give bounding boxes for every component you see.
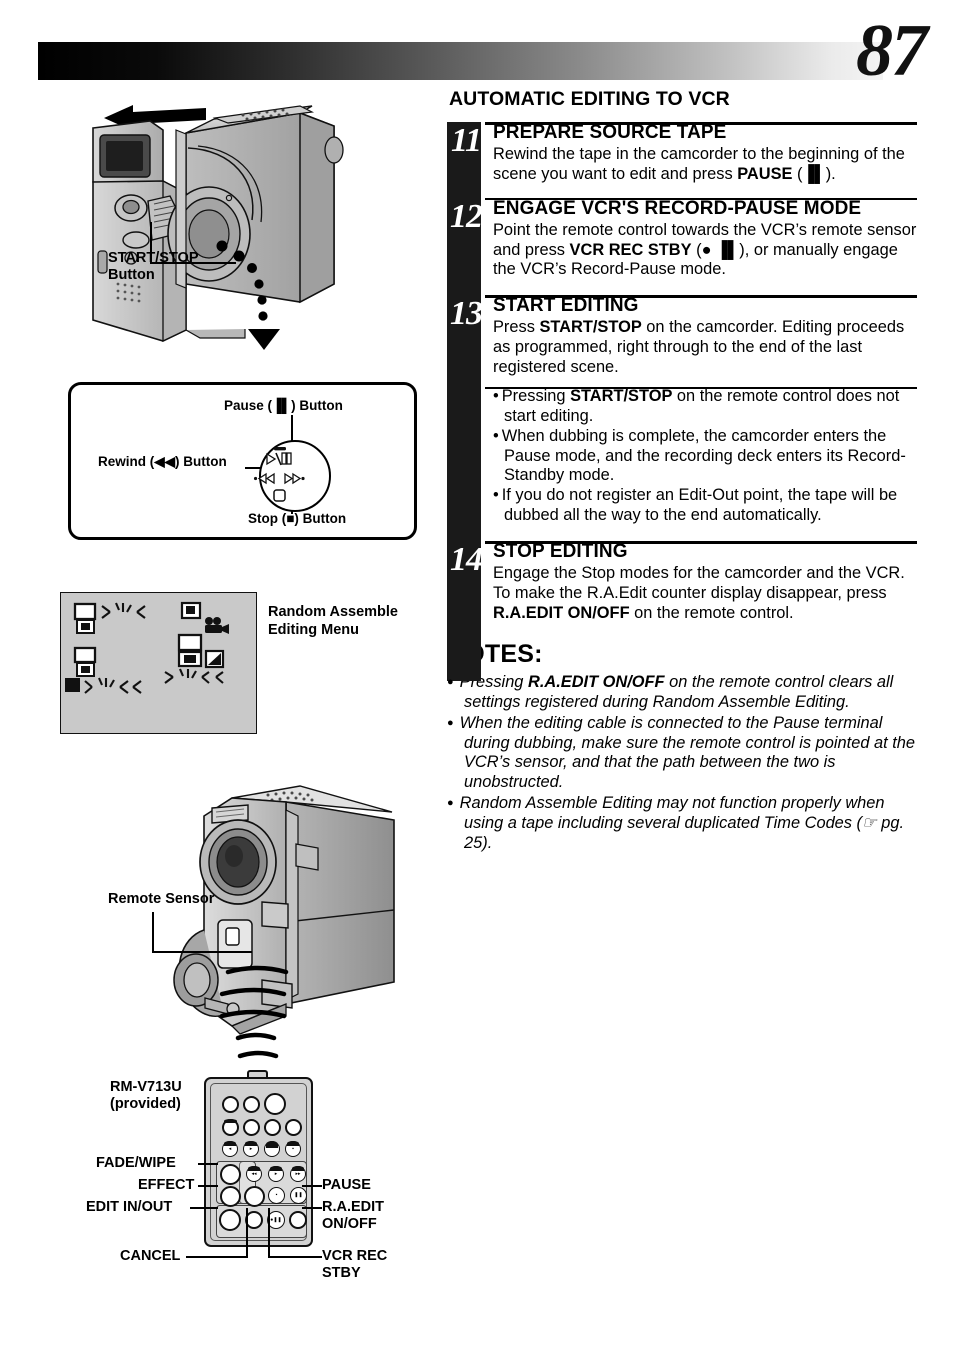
step-14: 14 STOP EDITING Engage the Stop modes fo…	[447, 541, 917, 624]
list-item: When dubbing is complete, the camcorder …	[493, 427, 917, 487]
list-item: Random Assemble Editing may not function…	[447, 794, 917, 854]
remote-cap-play	[270, 1166, 282, 1171]
step-13: 13 START EDITING Press START/STOP on the…	[447, 295, 917, 378]
leader-edit-in-out	[190, 1207, 218, 1210]
remote-button-r2c1-cap	[224, 1119, 237, 1123]
menu-screen-label: Random Assemble Editing Menu	[268, 604, 398, 639]
remote-sensor-callout: Remote Sensor	[108, 891, 215, 907]
camera-icon	[205, 617, 229, 634]
step-rule	[485, 541, 917, 544]
remote-cap-r3c1	[224, 1141, 236, 1146]
label-pause: PAUSE	[322, 1177, 371, 1193]
remote-sensor-leader-v	[152, 912, 155, 953]
step-12: 12 ENGAGE VCR'S RECORD-PAUSE MODE Point …	[447, 197, 917, 281]
step-heading: ENGAGE VCR'S RECORD-PAUSE MODE	[493, 197, 862, 219]
leader-cancel-h	[186, 1256, 248, 1259]
bullet-list: Pressing START/STOP on the remote contro…	[493, 387, 917, 526]
remote-button-r1c3[interactable]	[264, 1093, 286, 1115]
remote-button-effect[interactable]	[220, 1186, 241, 1207]
figures-column: START/STOP Button Pause (▐▌) Button Rewi…	[0, 0, 447, 1355]
remote-button-stop[interactable]: ▪	[268, 1187, 285, 1204]
stop-square-icon	[65, 678, 80, 692]
dial-symbols	[253, 447, 305, 502]
remote-button-r2c2[interactable]	[243, 1119, 260, 1136]
step-heading: STOP EDITING	[493, 541, 628, 563]
label-effect: EFFECT	[138, 1177, 195, 1193]
step-11: 11 PREPARE SOURCE TAPE Rewind the tape i…	[447, 122, 917, 185]
remote-cap-ff	[292, 1166, 304, 1171]
remote-control-rm-v713u[interactable]: ◂ ▸ ▪ ◂◂ ▸ ▸▸ ▪ ❚❚ ●❚❚	[204, 1077, 313, 1247]
remote-button-ra-edit-on-off[interactable]	[289, 1211, 307, 1229]
camcorder-bottom-illustration	[173, 785, 395, 1059]
list-item: When the editing cable is connected to t…	[447, 714, 917, 794]
section-title: AUTOMATIC EDITING TO VCR	[449, 88, 730, 110]
leader-effect	[198, 1185, 218, 1188]
play-icon	[266, 452, 277, 466]
step-rule	[485, 197, 917, 201]
step-number: 11	[450, 122, 482, 159]
edit-in-icon	[73, 602, 97, 634]
label-edit-in-out: EDIT IN/OUT	[86, 1199, 173, 1215]
pause-button-label: Pause (▐▌) Button	[224, 398, 343, 413]
remote-cap-rew	[248, 1166, 260, 1171]
remote-cap-r3c2	[245, 1141, 257, 1146]
label-fade-wipe: FADE/WIPE	[96, 1155, 176, 1171]
list-item: Pressing START/STOP on the remote contro…	[493, 387, 917, 427]
list-item: Pressing R.A.EDIT ON/OFF on the remote c…	[447, 673, 917, 713]
step-heading: START EDITING	[493, 295, 639, 317]
steps-container: 11 PREPARE SOURCE TAPE Rewind the tape i…	[447, 122, 917, 681]
step-number: 13	[450, 295, 483, 333]
mode-icon	[177, 633, 203, 668]
leader-vcr-v	[268, 1208, 271, 1258]
label-ra-edit-on-off: R.A.EDIT ON/OFF	[322, 1199, 385, 1233]
blink-marks-right	[164, 668, 224, 684]
label-cancel: CANCEL	[120, 1248, 181, 1264]
blink-marks-bottom	[84, 677, 142, 694]
step-body: Point the remote control towards the VCR…	[493, 220, 917, 279]
label-vcr-rec-stby: VCR REC STBY	[322, 1248, 388, 1282]
leader-cancel-v	[246, 1208, 249, 1258]
notes-title: NOTES:	[447, 639, 543, 668]
step-heading: PREPARE SOURCE TAPE	[493, 122, 727, 143]
blink-marks-top	[101, 602, 146, 619]
remote-button-pause[interactable]: ❚❚	[290, 1187, 307, 1204]
instructions-column: AUTOMATIC EDITING TO VCR 11 PREPARE SOUR…	[447, 88, 917, 855]
step-body: Rewind the tape in the camcorder to the …	[493, 145, 905, 183]
step-13-notes: Pressing START/STOP on the remote contro…	[447, 386, 917, 526]
startstop-button-callout: START/STOP Button	[108, 250, 199, 284]
scene-icon	[180, 601, 202, 620]
remote-button-r1c1[interactable]	[222, 1096, 239, 1113]
remote-button-r1c2[interactable]	[243, 1096, 260, 1113]
list-item: If you do not register an Edit-Out point…	[493, 486, 917, 526]
remote-cap-r3c3	[266, 1141, 278, 1148]
camcorder-top-illustration	[92, 105, 344, 350]
step-rule	[485, 295, 917, 298]
fade-icon	[204, 649, 225, 669]
remote-button-fade-wipe[interactable]	[220, 1164, 241, 1185]
page-number: 87	[856, 10, 928, 92]
leader-fade-wipe	[198, 1163, 218, 1166]
step-body: Press START/STOP on the camcorder. Editi…	[493, 318, 905, 376]
remote-button-r5c2[interactable]	[244, 1186, 265, 1207]
step-number: 14	[450, 541, 483, 579]
remote-model-label: RM-V713U (provided)	[110, 1079, 182, 1113]
leader-vcr-h	[268, 1256, 322, 1259]
bullets-rule	[485, 386, 917, 390]
edit-out-icon	[73, 646, 97, 677]
remote-sensor-leader-h	[152, 951, 252, 954]
leader-ra-edit	[302, 1207, 322, 1210]
remote-button-r2c4[interactable]	[285, 1119, 302, 1136]
remote-button-edit-in-out[interactable]	[219, 1209, 241, 1231]
remote-cap-r3c4	[287, 1141, 299, 1146]
remote-button-r2c3[interactable]	[264, 1119, 281, 1136]
rewind-button-label: Rewind (◀◀) Button	[98, 454, 227, 469]
step-number: 12	[450, 197, 483, 235]
manual-page: 87 START/STOP Button Pause (▐▌) Button R…	[0, 0, 954, 1355]
menu-icons	[65, 601, 229, 694]
random-assemble-editing-menu-screen	[60, 592, 257, 734]
notes-list: Pressing R.A.EDIT ON/OFF on the remote c…	[447, 673, 917, 854]
step-rule	[485, 122, 917, 125]
leader-pause	[302, 1185, 322, 1188]
step-body: Engage the Stop modes for the camcorder …	[493, 564, 905, 622]
